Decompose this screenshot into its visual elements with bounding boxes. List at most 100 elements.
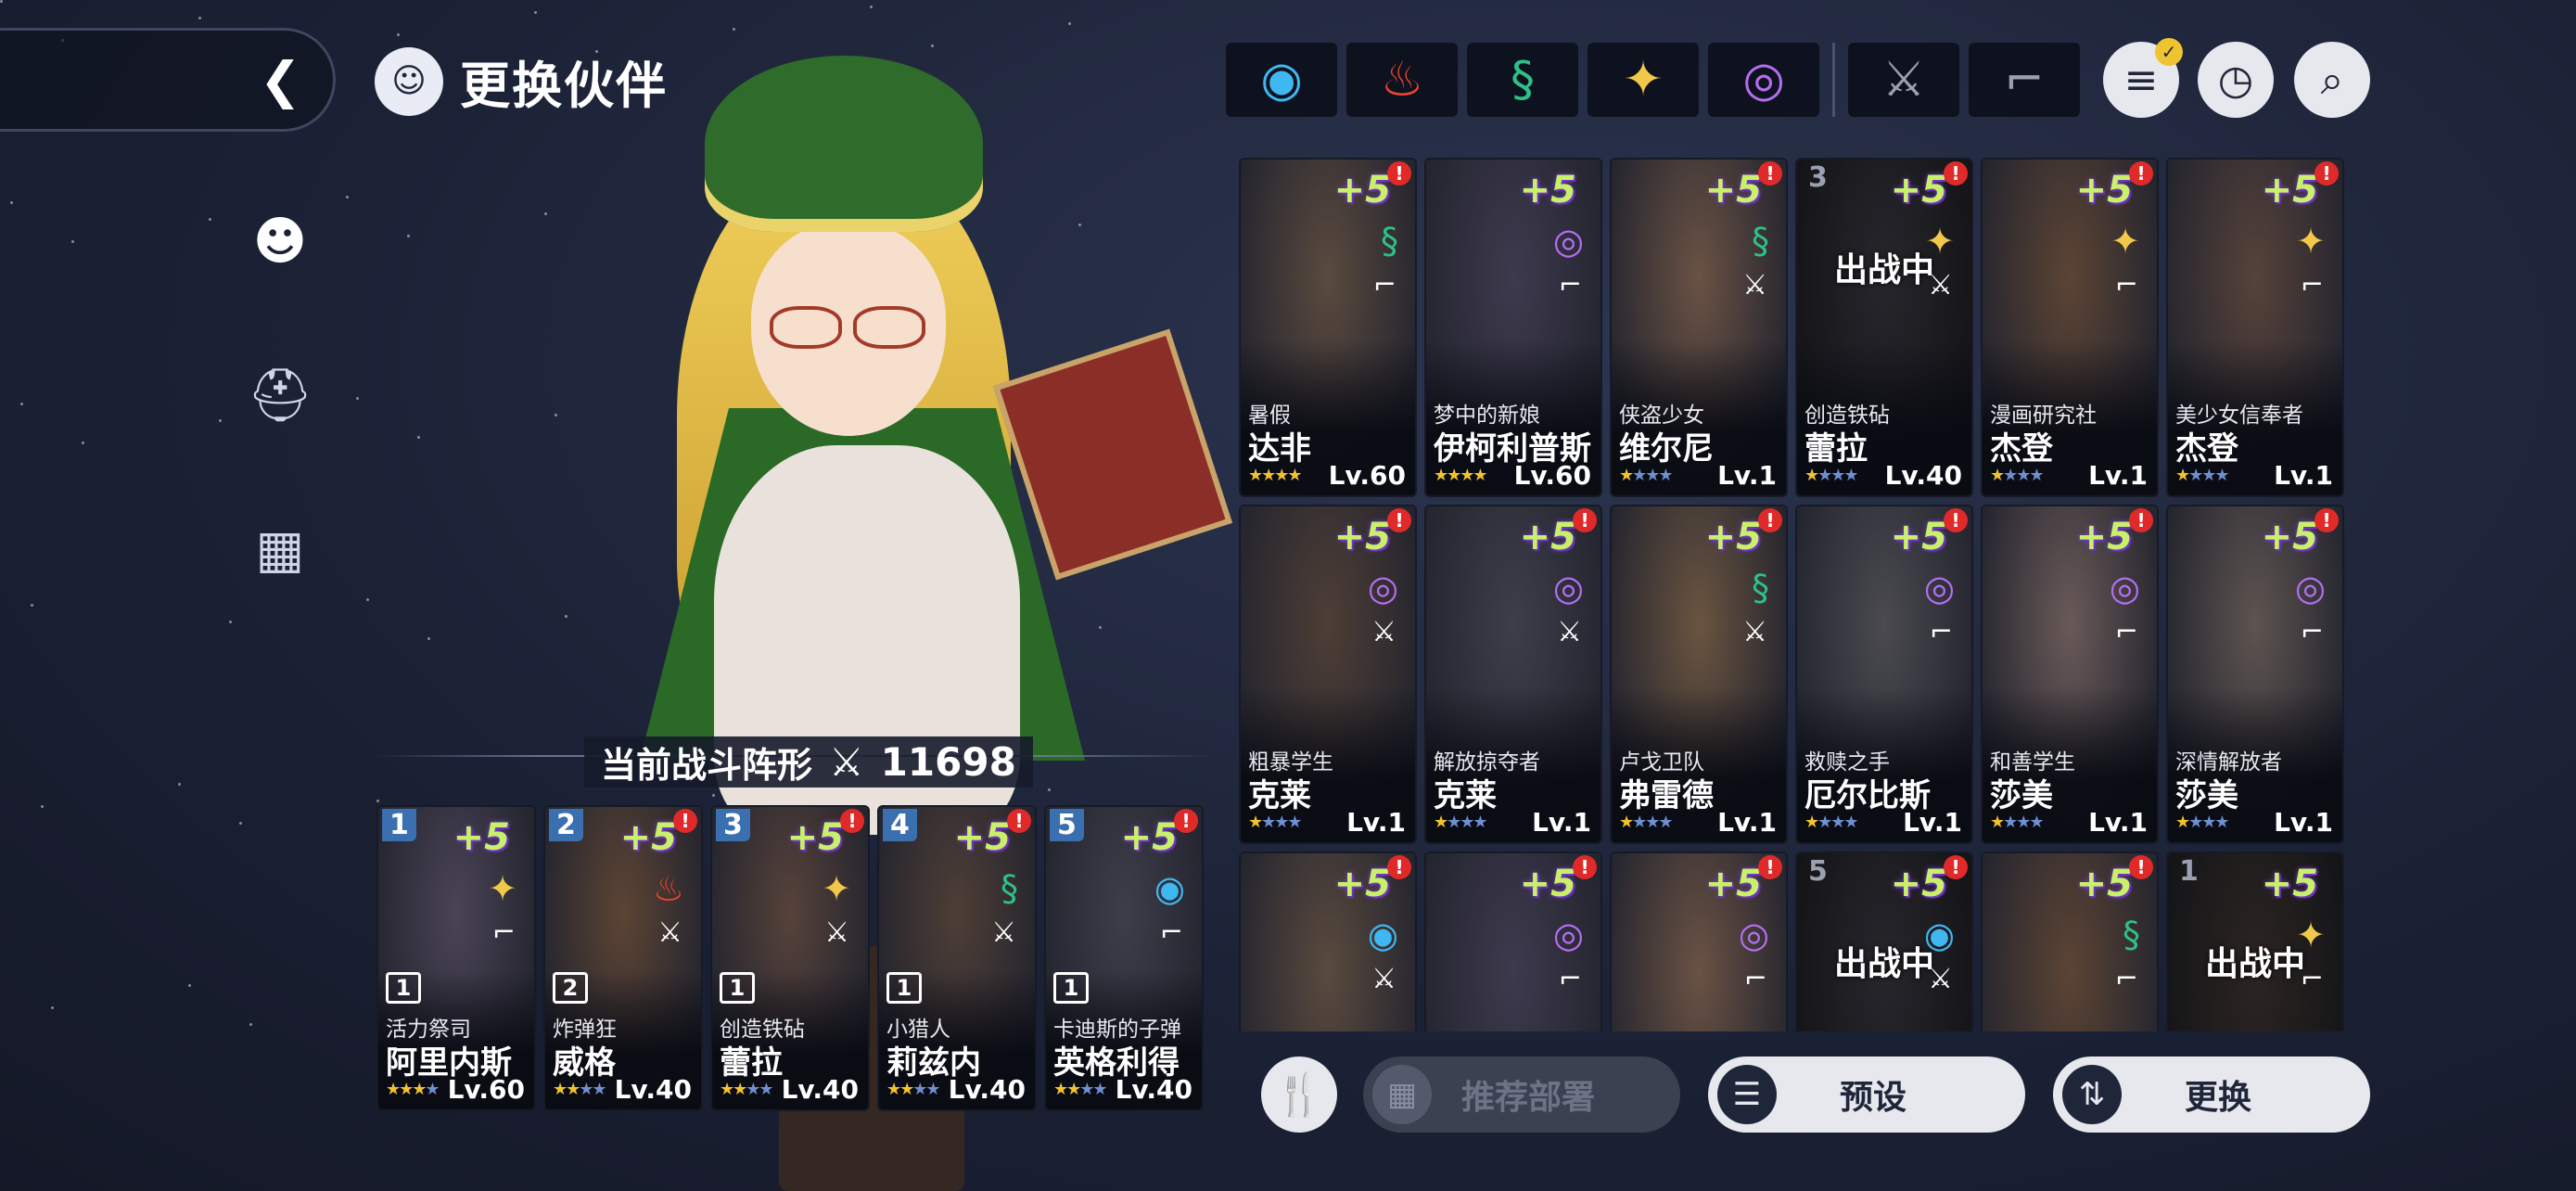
filter-dark-button[interactable]: ◎ (1708, 43, 1819, 117)
partner-card[interactable]: +5! ✦ ⌐ 美少女信奉者 杰登 ★★★★ Lv.1 (2166, 158, 2344, 497)
gun-class-icon: ⌐ (1558, 269, 1582, 301)
water-element-icon: ◉ (1260, 52, 1303, 108)
alert-icon: ! (1387, 508, 1411, 532)
filter-fire-button[interactable]: ♨ (1346, 43, 1458, 117)
filter-water-button[interactable]: ◉ (1226, 43, 1337, 117)
partner-level: Lv.1 (2274, 460, 2333, 491)
dark-element-icon: ◎ (2109, 568, 2140, 608)
alert-icon: ! (2129, 508, 2153, 532)
earth-element-icon: § (1752, 221, 1769, 262)
star-rating: ★★★★ (2175, 813, 2230, 832)
side-nav-partners[interactable]: ☻ (243, 204, 317, 278)
earth-element-icon: § (1381, 221, 1398, 262)
sword-class-icon: ⚔ (1557, 616, 1582, 648)
filter-light-button[interactable]: ✦ (1588, 43, 1699, 117)
layers-icon: ☰ (1717, 1065, 1777, 1124)
swap-button[interactable]: ⇅ 更换 (2053, 1057, 2370, 1133)
partner-card[interactable]: 5 +5! ◉ ⚔ 出战中 (1795, 852, 1973, 1031)
partner-name: 蕾拉 (720, 1044, 783, 1082)
filter-gun-button[interactable]: ⌐ (1969, 43, 2080, 117)
partner-card[interactable]: +5! § ⚔ 卢戈卫队 弗雷德 ★★★★ Lv.1 (1610, 505, 1788, 844)
alert-icon: ! (1944, 855, 1968, 879)
partner-card[interactable]: 1 +5 ✦ ⌐ 出战中 (2166, 852, 2344, 1031)
filter-earth-button[interactable]: § (1467, 43, 1578, 117)
earth-element-icon: § (1001, 868, 1018, 909)
partner-card[interactable]: 3 +5! ✦ ⚔ 出战中 创造铁砧 蕾拉 ★★★★ Lv.40 (1795, 158, 1973, 497)
partner-name: 弗雷德 (1619, 777, 1714, 814)
alert-icon: ! (840, 809, 864, 833)
star-rating: ★★★★ (1248, 466, 1303, 485)
partner-card[interactable]: +5! ◎ ⌐ (1424, 852, 1602, 1031)
partner-card[interactable]: +5! ◎ ⚔ 解放掠夺者 克莱 ★★★★ Lv.1 (1424, 505, 1602, 844)
formation-slot-2[interactable]: 2 +5! ♨ ⚔ 2 炸弹狂 威格 ★★★★ Lv.40 (543, 805, 703, 1111)
star-rating: ★★★★ (886, 1080, 941, 1099)
preset-button[interactable]: ☰ 预设 (1708, 1057, 2025, 1133)
partner-name: 威格 (553, 1044, 616, 1082)
recommend-deploy-button[interactable]: ▦ 推荐部署 (1363, 1057, 1680, 1133)
enhance-level-badge: +5 (1333, 169, 1391, 211)
partner-card[interactable]: +5! ◎ ⌐ 深情解放者 莎美 ★★★★ Lv.1 (2166, 505, 2344, 844)
star-rating: ★★★★ (1619, 813, 1674, 832)
side-nav-formation[interactable]: ▦ (243, 512, 317, 586)
partner-card[interactable]: +5! ◎ ⚔ 粗暴学生 克莱 ★★★★ Lv.1 (1239, 505, 1417, 844)
partner-name: 杰登 (2175, 430, 2238, 467)
side-nav-gear[interactable]: ⛑ (243, 358, 317, 432)
partner-card[interactable]: +5! ◉ ⚔ (1239, 852, 1417, 1031)
formation-slot-4[interactable]: 4 +5! § ⚔ 1 小猎人 莉兹内 ★★★★ Lv.40 (877, 805, 1037, 1111)
team-number-badge: 1 (386, 972, 421, 1004)
partner-level: Lv.1 (1903, 807, 1962, 838)
formation-slot-1[interactable]: 1 +5 ✦ ⌐ 1 活力祭司 阿里内斯 ★★★★ Lv.60 (376, 805, 536, 1111)
alert-icon: ! (2315, 161, 2339, 186)
partner-card[interactable]: +5! ◎ ⌐ 和善学生 莎美 ★★★★ Lv.1 (1981, 505, 2159, 844)
partner-level: Lv.1 (1346, 807, 1406, 838)
crossed-swords-icon: ⚔ (829, 739, 864, 785)
food-button[interactable]: 🍴 (1261, 1057, 1337, 1133)
partner-name: 莎美 (2175, 777, 2238, 814)
formation-slot-5[interactable]: 5 +5! ◉ ⌐ 1 卡迪斯的子弹 英格利得 ★★★★ Lv.40 (1044, 805, 1204, 1111)
partner-level: Lv.1 (1532, 807, 1591, 838)
light-element-icon: ✦ (488, 868, 517, 909)
partner-card[interactable]: +5! ◎ ⌐ 救赎之手 厄尔比斯 ★★★★ Lv.1 (1795, 505, 1973, 844)
fork-knife-icon: 🍴 (1273, 1071, 1325, 1119)
filter-sword-button[interactable]: ⚔ (1848, 43, 1959, 117)
gun-class-icon: ⌐ (1372, 269, 1396, 301)
partner-level: Lv.40 (1115, 1074, 1192, 1105)
chevron-left-icon: ❮ (259, 51, 301, 109)
partner-card[interactable]: +5! § ⌐ 暑假 达非 ★★★★ Lv.60 (1239, 158, 1417, 497)
dark-element-icon: ◎ (1552, 915, 1584, 955)
alert-icon: ! (1758, 161, 1782, 186)
character-head-icon: ☻ (252, 211, 308, 272)
back-bar: ❮ (0, 28, 336, 132)
partner-roster-grid[interactable]: +5! § ⌐ 暑假 达非 ★★★★ Lv.60 +5 ◎ ⌐ 梦中的新娘 伊柯利普斯 ★★★★ Lv.6… (1239, 158, 2344, 1031)
partner-name: 莎美 (1990, 777, 2053, 814)
alert-icon: ! (1387, 161, 1411, 186)
enhance-level-badge: +5 (1333, 863, 1391, 905)
alert-icon: ! (1758, 855, 1782, 879)
formation-slot-3[interactable]: 3 +5! ✦ ⚔ 1 创造铁砧 蕾拉 ★★★★ Lv.40 (710, 805, 870, 1111)
alert-icon: ! (1573, 855, 1597, 879)
formation-slot-number: 4 (883, 809, 917, 841)
filter-list-button[interactable]: ≡ ✓ (2103, 38, 2183, 118)
alert-icon: ! (1174, 809, 1198, 833)
sword-class-icon: ⚔ (657, 916, 682, 949)
enhance-level-badge: +5 (1704, 516, 1762, 558)
partner-level: Lv.40 (781, 1074, 859, 1105)
formation-slot-number: 1 (382, 809, 416, 841)
partner-level: Lv.1 (2088, 460, 2148, 491)
team-number-badge: 2 (553, 972, 588, 1004)
enhance-level-badge: +5 (453, 816, 510, 859)
formation-label: 当前战斗阵形 (601, 745, 813, 786)
partner-card[interactable]: +5! ✦ ⌐ 漫画研究社 杰登 ★★★★ Lv.1 (1981, 158, 2159, 497)
formation-slot-number: 2 (549, 809, 583, 841)
search-button[interactable]: ⌕ (2294, 42, 2370, 118)
grid-formation-icon: ▦ (1372, 1065, 1432, 1124)
partner-card[interactable]: +5 ◎ ⌐ 梦中的新娘 伊柯利普斯 ★★★★ Lv.60 (1424, 158, 1602, 497)
search-icon: ⌕ (2320, 56, 2344, 104)
stopwatch-button[interactable]: ◷ (2198, 42, 2274, 118)
partner-card[interactable]: +5! ◎ ⌐ (1610, 852, 1788, 1031)
star-rating: ★★★★ (386, 1080, 440, 1099)
filter-divider (1832, 43, 1835, 117)
partner-card[interactable]: +5! § ⚔ 侠盗少女 维尔尼 ★★★★ Lv.1 (1610, 158, 1788, 497)
back-button[interactable]: ❮ (260, 55, 301, 107)
partner-card[interactable]: +5! § ⌐ (1981, 852, 2159, 1031)
